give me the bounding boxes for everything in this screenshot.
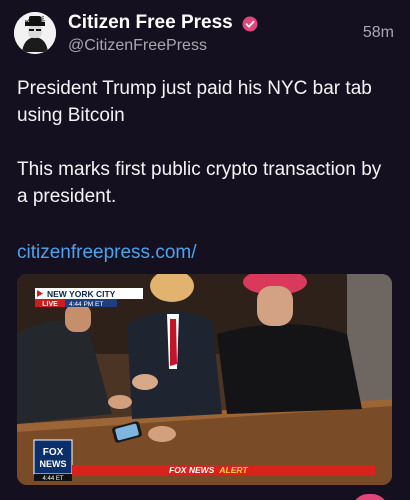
post-timestamp: 58m <box>362 24 394 41</box>
author-name[interactable]: Citizen Free Press <box>68 12 233 34</box>
live-label: LIVE <box>42 301 58 308</box>
location-label: NEW YORK CITY <box>47 289 116 299</box>
verified-badge-icon <box>242 16 258 32</box>
post-text-line-2: This marks first public crypto transacti… <box>17 159 382 207</box>
floating-action-button[interactable] <box>352 494 388 500</box>
alert-word: ALERT <box>218 465 248 475</box>
post-text-line-1: President Trump just paid his NYC bar ta… <box>17 78 372 126</box>
live-time: 4:44 PM ET <box>69 301 103 308</box>
alert-network: FOX NEWS <box>169 465 215 475</box>
avatar-image: KANE <box>14 12 56 54</box>
avatar[interactable]: KANE <box>14 12 56 54</box>
network-time: 4:44 ET <box>42 476 63 482</box>
post-media-image[interactable]: NEW YORK CITY LIVE 4:44 PM ET FOX NEWS 4… <box>17 274 392 485</box>
svg-text:NEWS: NEWS <box>40 459 67 469</box>
svg-text:FOX NEWS ALERT: FOX NEWS ALERT <box>169 465 248 475</box>
post-link[interactable]: citizenfreepress.com/ <box>17 242 197 264</box>
network-logo: FOX <box>43 447 64 458</box>
author-handle[interactable]: @CitizenFreePress <box>68 37 207 55</box>
post-body: President Trump just paid his NYC bar ta… <box>17 75 397 210</box>
post-header: KANE Citizen Free Press @CitizenFreePres… <box>14 10 396 58</box>
